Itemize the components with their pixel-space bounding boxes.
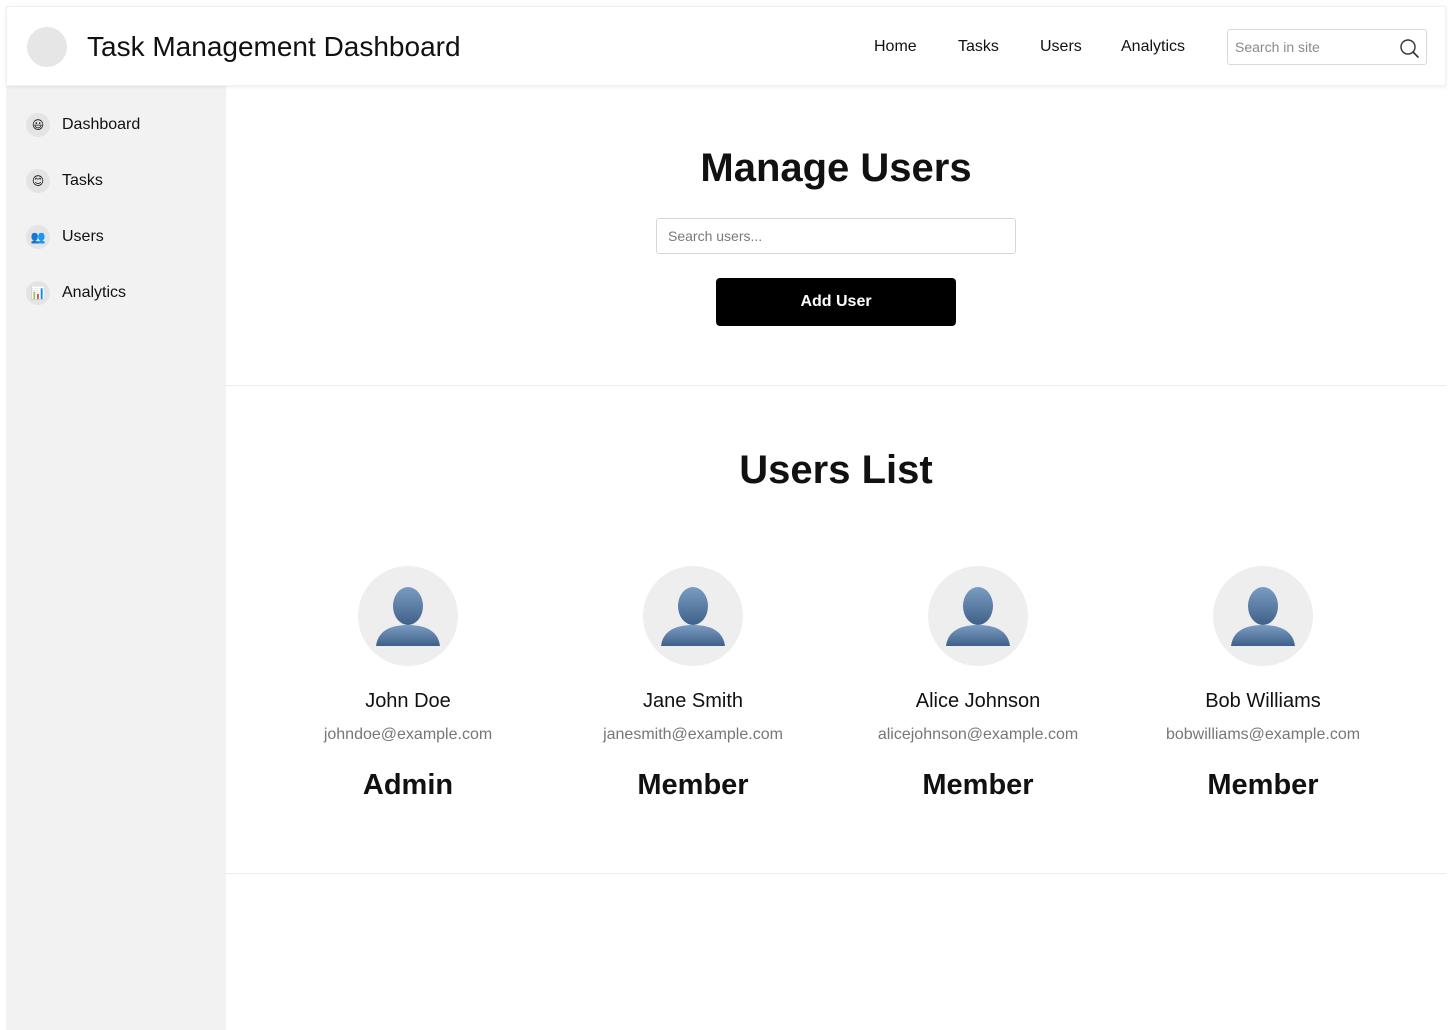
bar-chart-icon: 📊 <box>26 281 50 305</box>
user-email: bobwilliams@example.com <box>1165 726 1361 743</box>
user-silhouette-icon <box>376 587 440 646</box>
sidebar: 😃 Dashboard 😊 Tasks 👥 Users 📊 Analytics <box>6 86 226 1030</box>
nav-analytics[interactable]: Analytics <box>1121 35 1185 59</box>
user-role: Admin <box>362 769 454 801</box>
avatar <box>643 566 743 666</box>
user-email: alicejohnson@example.com <box>877 726 1079 743</box>
nav-home[interactable]: Home <box>874 35 917 59</box>
sidebar-item-users[interactable]: 👥 Users <box>6 217 226 257</box>
sidebar-item-dashboard[interactable]: 😃 Dashboard <box>6 105 226 145</box>
user-name: Jane Smith <box>642 690 744 712</box>
sidebar-item-label: Users <box>62 228 104 245</box>
user-name: Bob Williams <box>1205 690 1321 712</box>
nav-tasks[interactable]: Tasks <box>958 35 999 59</box>
users-list-section: Users List John Doe johndoe@example.com … <box>226 386 1446 874</box>
user-role: Member <box>637 769 749 801</box>
users-list-title: Users List <box>739 448 933 492</box>
user-silhouette-icon <box>1231 587 1295 646</box>
search-icon[interactable] <box>1399 38 1419 58</box>
user-silhouette-icon <box>946 587 1010 646</box>
user-role: Member <box>1207 769 1319 801</box>
user-silhouette-icon <box>661 587 725 646</box>
sidebar-item-analytics[interactable]: 📊 Analytics <box>6 273 226 313</box>
user-email: janesmith@example.com <box>603 726 783 743</box>
user-email: johndoe@example.com <box>323 726 493 743</box>
site-search <box>1227 29 1427 65</box>
app-title: Task Management Dashboard <box>87 31 461 62</box>
nav-users[interactable]: Users <box>1040 35 1082 59</box>
smile-icon: 😊 <box>26 169 50 193</box>
user-search-input[interactable] <box>656 218 1016 254</box>
manage-users-section: Manage Users Add User <box>226 86 1446 386</box>
user-card[interactable]: Jane Smith janesmith@example.com Member <box>563 566 823 816</box>
avatar <box>928 566 1028 666</box>
users-icon: 👥 <box>26 225 50 249</box>
user-card[interactable]: Bob Williams bobwilliams@example.com Mem… <box>1133 566 1393 816</box>
user-name: John Doe <box>365 690 451 712</box>
logo[interactable] <box>27 27 67 67</box>
page-title: Manage Users <box>700 146 972 190</box>
avatar <box>358 566 458 666</box>
avatar <box>1213 566 1313 666</box>
page: Task Management Dashboard Home Tasks Use… <box>6 6 1446 1030</box>
user-name: Alice Johnson <box>915 690 1041 712</box>
user-card[interactable]: Alice Johnson alicejohnson@example.com M… <box>848 566 1108 816</box>
smiley-icon: 😃 <box>26 113 50 137</box>
sidebar-item-label: Tasks <box>62 172 103 189</box>
add-user-button[interactable]: Add User <box>716 278 956 326</box>
user-role: Member <box>922 769 1034 801</box>
user-card[interactable]: John Doe johndoe@example.com Admin <box>278 566 538 816</box>
sidebar-item-tasks[interactable]: 😊 Tasks <box>6 161 226 201</box>
sidebar-item-label: Analytics <box>62 284 127 301</box>
sidebar-item-label: Dashboard <box>62 116 141 133</box>
top-header: Task Management Dashboard Home Tasks Use… <box>6 6 1446 86</box>
site-search-input[interactable] <box>1228 30 1398 64</box>
